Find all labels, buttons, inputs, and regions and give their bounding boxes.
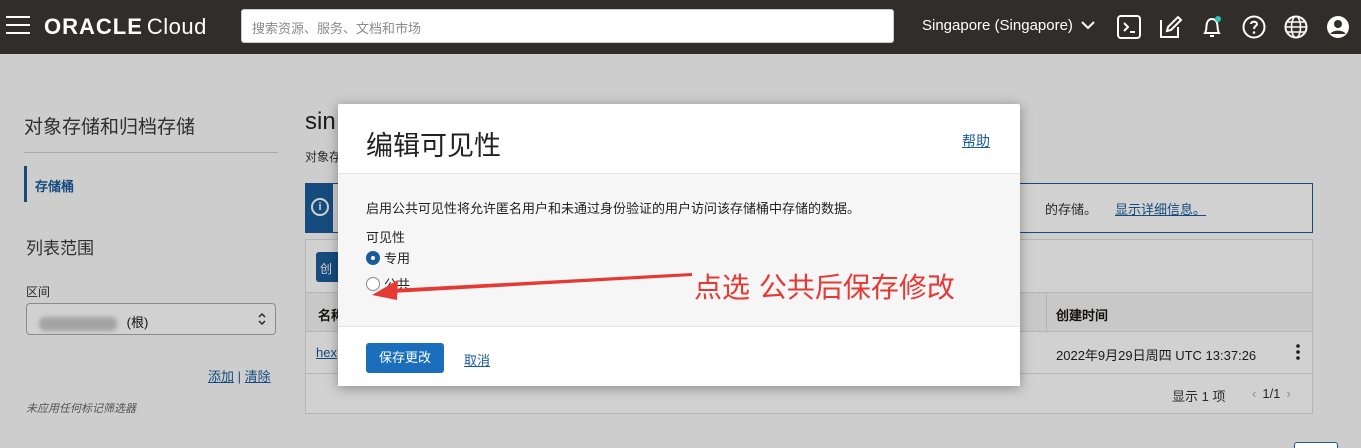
cloud-shell-icon[interactable]: [1116, 14, 1142, 40]
save-changes-button[interactable]: 保存更改: [366, 343, 444, 373]
radio-public[interactable]: 公共: [366, 274, 410, 292]
radio-private-label: 专用: [384, 251, 411, 266]
oracle-cloud-logo[interactable]: ORACLE Cloud: [44, 14, 207, 40]
visibility-description: 启用公共可见性将允许匿名用户和未通过身份验证的用户访问该存储桶中存储的数据。: [366, 201, 861, 216]
visibility-label: 可见性: [366, 230, 406, 245]
radio-public-label: 公共: [384, 277, 411, 292]
radio-private[interactable]: 专用: [366, 248, 410, 266]
dialog-footer: 保存更改 取消: [338, 326, 1020, 386]
globe-icon[interactable]: [1283, 14, 1309, 40]
corner-button[interactable]: [1294, 442, 1338, 448]
edit-visibility-dialog: 编辑可见性 帮助 启用公共可见性将允许匿名用户和未通过身份验证的用户访问该存储桶…: [338, 104, 1020, 386]
bell-icon[interactable]: [1199, 14, 1225, 40]
menu-icon[interactable]: [6, 16, 30, 36]
edit-icon[interactable]: [1157, 14, 1183, 40]
search-input[interactable]: 搜索资源、服务、文档和市场: [241, 9, 894, 43]
annotation-text: 点选 公共后保存修改: [694, 271, 955, 304]
region-label: Singapore (Singapore): [922, 17, 1073, 34]
chevron-down-icon: [1081, 17, 1095, 34]
help-icon[interactable]: [1241, 14, 1267, 40]
region-selector[interactable]: Singapore (Singapore): [922, 17, 1095, 34]
radio-checked-icon[interactable]: [366, 251, 380, 265]
dialog-title: 编辑可见性: [366, 131, 501, 161]
radio-unchecked-icon[interactable]: [366, 277, 380, 291]
dialog-header: 编辑可见性 帮助: [338, 104, 1020, 174]
user-icon[interactable]: [1325, 14, 1351, 40]
cancel-link[interactable]: 取消: [464, 350, 490, 369]
top-bar: ORACLE Cloud 搜索资源、服务、文档和市场 Singapore (Sin…: [0, 0, 1361, 54]
help-link[interactable]: 帮助: [962, 131, 990, 151]
